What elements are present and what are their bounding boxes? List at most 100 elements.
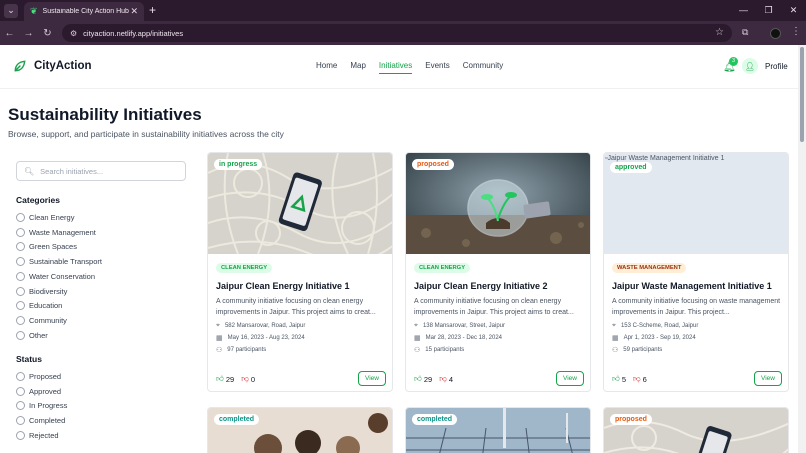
location-pin-icon: ⌖	[216, 322, 220, 329]
status-option[interactable]: Proposed	[16, 372, 61, 381]
account-avatar[interactable]	[770, 28, 781, 39]
thumbs-up-icon[interactable]: 👍︎	[612, 374, 620, 384]
view-button[interactable]: View	[754, 371, 782, 386]
radio-button[interactable]	[16, 286, 25, 296]
category-option[interactable]: Education	[16, 301, 62, 311]
site-settings-icon[interactable]: ⚙	[70, 29, 77, 38]
new-tab-icon[interactable]: +	[149, 3, 156, 17]
card-address: ⌖ 153 C-Scheme, Road, Jaipur	[612, 322, 698, 330]
radio-button[interactable]	[16, 330, 25, 340]
thumbs-down-icon[interactable]: 👎︎	[439, 374, 447, 384]
status-badge: completed	[412, 414, 458, 425]
thumbs-down-icon[interactable]: 👎︎	[633, 374, 641, 384]
thumbs-up-icon[interactable]: 👍︎	[414, 374, 422, 384]
reload-icon[interactable]: ↻	[38, 28, 57, 39]
card-title[interactable]: Jaipur Clean Energy Initiative 2	[414, 281, 548, 291]
radio-button[interactable]	[16, 315, 25, 325]
card-description: A community initiative focusing on clean…	[216, 298, 376, 316]
restore-icon[interactable]: ❐	[756, 0, 781, 21]
card-image: ▫Jaipur Waste Management Initiative 1 ap…	[604, 153, 788, 254]
radio-button[interactable]	[16, 401, 25, 411]
participants-text: 59 participants	[623, 347, 663, 353]
status-option[interactable]: Approved	[16, 386, 61, 396]
main-nav: Home Map Initiatives Events Community	[316, 61, 503, 74]
dates-text: May 16, 2023 - Aug 23, 2024	[227, 335, 305, 341]
thumbs-up-icon[interactable]: 👍︎	[216, 374, 224, 384]
card-title[interactable]: Jaipur Clean Energy Initiative 1	[216, 281, 350, 291]
users-icon: ⚇	[414, 347, 421, 354]
nav-map[interactable]: Map	[350, 61, 366, 74]
initiative-card-partial: proposed	[603, 407, 789, 453]
notifications-button[interactable]: 🔔︎ 3	[723, 57, 738, 73]
radio-button[interactable]	[16, 430, 25, 440]
location-pin-icon: ⌖	[414, 322, 418, 329]
card-title[interactable]: Jaipur Waste Management Initiative 1	[612, 281, 772, 291]
nav-home[interactable]: Home	[316, 61, 337, 74]
leaf-icon: ❦	[30, 6, 38, 16]
radio-button[interactable]	[16, 372, 25, 381]
site-header: CityAction Home Map Initiatives Events C…	[0, 45, 798, 89]
vote-bar: 👍︎ 29 👎︎ 0	[216, 374, 255, 384]
scrollbar-thumb[interactable]	[800, 47, 804, 142]
dates-text: Apr 1, 2023 - Sep 19, 2024	[623, 335, 696, 341]
url-field[interactable]: ⚙ cityaction.netlify.app/initiatives ☆	[62, 24, 732, 42]
category-option[interactable]: Water Conservation	[16, 271, 95, 281]
radio-button[interactable]	[16, 416, 25, 426]
category-label: Sustainable Transport	[29, 257, 102, 267]
category-option[interactable]: Green Spaces	[16, 242, 77, 252]
card-description: A community initiative focusing on clean…	[414, 298, 574, 316]
profile-button[interactable]: 👤︎ Profile	[742, 58, 788, 74]
address-text: 138 Mansarovar, Street, Jaipur	[422, 323, 505, 329]
nav-initiatives[interactable]: Initiatives	[378, 61, 413, 74]
category-badge: CLEAN ENERGY	[414, 263, 471, 273]
close-tab-icon[interactable]: ✕	[130, 6, 138, 17]
radio-button[interactable]	[16, 271, 25, 281]
search-input[interactable]	[40, 166, 181, 176]
radio-button[interactable]	[16, 386, 25, 396]
initiative-card: in progress CLEAN ENERGY Jaipur Clean En…	[207, 152, 393, 392]
radio-button[interactable]	[16, 227, 25, 237]
tab-search-chevron-icon[interactable]: ⌄	[4, 3, 18, 18]
vote-bar: 👍︎ 29 👎︎ 4	[414, 374, 453, 384]
nav-community[interactable]: Community	[463, 61, 503, 74]
radio-button[interactable]	[16, 213, 25, 222]
view-button[interactable]: View	[358, 371, 386, 386]
status-option[interactable]: In Progress	[16, 401, 67, 411]
bookmark-star-icon[interactable]: ☆	[715, 27, 724, 38]
minimize-icon[interactable]: —	[731, 0, 756, 21]
thumbs-down-icon[interactable]: 👎︎	[241, 374, 249, 384]
status-option[interactable]: Completed	[16, 416, 65, 426]
users-icon: ⚇	[612, 347, 619, 354]
category-option[interactable]: Biodiversity	[16, 286, 67, 296]
radio-button[interactable]	[16, 301, 25, 311]
view-button[interactable]: View	[556, 371, 584, 386]
browser-menu-icon[interactable]: ⋮	[791, 26, 801, 37]
category-option[interactable]: Clean Energy	[16, 213, 74, 222]
close-window-icon[interactable]: ✕	[781, 0, 806, 21]
calendar-icon: ▦	[216, 335, 223, 342]
browser-tab[interactable]: ❦ Sustainable City Action Hub ✕	[24, 2, 144, 21]
url-text: cityaction.netlify.app/initiatives	[83, 28, 184, 38]
back-icon[interactable]: ←	[0, 28, 19, 39]
search-box[interactable]: 🔍︎	[16, 161, 186, 181]
status-option[interactable]: Rejected	[16, 430, 59, 440]
page-title: Sustainability Initiatives	[8, 105, 202, 124]
category-option[interactable]: Other	[16, 330, 48, 340]
status-badge: approved	[610, 162, 652, 173]
brand-logo[interactable]: CityAction	[12, 58, 92, 74]
category-option[interactable]: Waste Management	[16, 227, 96, 237]
nav-events[interactable]: Events	[425, 61, 449, 74]
card-image: proposed	[406, 153, 590, 254]
category-label: Clean Energy	[29, 213, 75, 222]
category-option[interactable]: Sustainable Transport	[16, 257, 102, 267]
radio-button[interactable]	[16, 242, 25, 252]
extensions-icon[interactable]: ⧉	[742, 27, 748, 38]
radio-button[interactable]	[16, 257, 25, 267]
card-image: in progress	[208, 153, 392, 254]
card-dates: ▦ Mar 28, 2023 - Dec 18, 2024	[414, 334, 502, 342]
card-dates: ▦ May 16, 2023 - Aug 23, 2024	[216, 334, 305, 342]
forward-icon[interactable]: →	[19, 28, 38, 39]
category-option[interactable]: Community	[16, 315, 67, 325]
initiative-card: ▫Jaipur Waste Management Initiative 1 ap…	[603, 152, 789, 392]
card-address: ⌖ 138 Mansarovar, Street, Jaipur	[414, 322, 505, 330]
